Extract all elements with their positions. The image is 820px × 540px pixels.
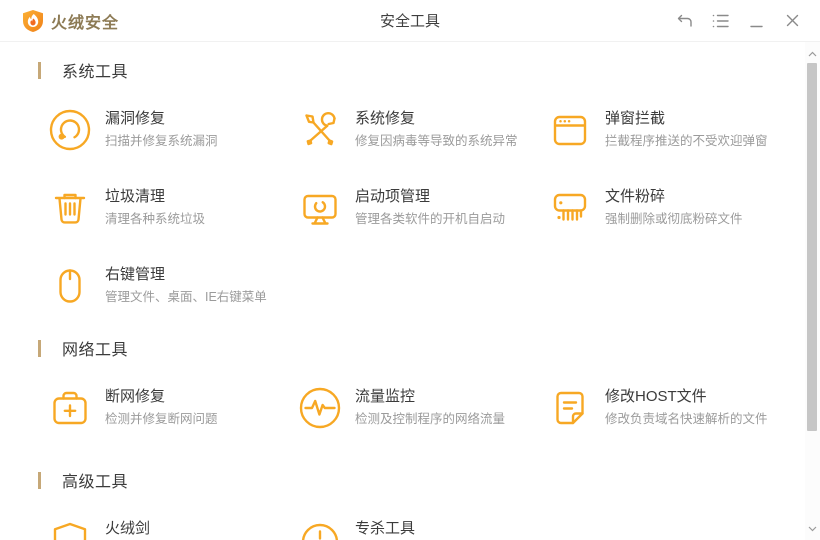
section-accent-bar: [38, 61, 41, 79]
tools-grid: 断网修复 检测并修复断网问题 流量监控 检测及控制程序的网络流量 修改HOST文件修…: [48, 386, 790, 430]
tool-text: 弹窗拦截拦截程序推送的不受欢迎弹窗: [605, 108, 768, 149]
tool-title: 弹窗拦截: [605, 110, 666, 127]
tool-title: 火绒剑: [105, 520, 151, 537]
section-title: 系统工具: [62, 64, 129, 81]
tool-title: 修改HOST文件: [605, 388, 707, 405]
section-header: 系统工具: [38, 60, 790, 81]
minimize-icon[interactable]: [742, 8, 770, 34]
app-window: 火绒安全 安全工具 系统工具 漏洞修复 扫描并修复系统漏洞 系统修复 修复因病毒…: [0, 0, 820, 540]
scroll-down-icon[interactable]: [805, 521, 820, 536]
tool-vulnerability-fix[interactable]: 漏洞修复扫描并修复系统漏洞: [48, 108, 298, 152]
tool-title: 漏洞修复: [105, 110, 166, 127]
scroll-up-icon[interactable]: [805, 46, 820, 61]
tool-text: 漏洞修复扫描并修复系统漏洞: [105, 108, 218, 149]
tools-grid: 火绒剑 专杀工具: [48, 518, 790, 540]
section-accent-bar: [38, 471, 41, 489]
tool-text: 修改HOST文件修改负责域名快速解析的文件: [605, 386, 768, 427]
section-title: 网络工具: [62, 342, 129, 359]
vulnerability-patch-icon: [48, 108, 92, 152]
section-header: 高级工具: [38, 470, 790, 491]
shield-icon: [48, 518, 92, 540]
tool-text: 垃圾清理清理各种系统垃圾: [105, 186, 205, 227]
tool-subtitle: 拦截程序推送的不受欢迎弹窗: [605, 134, 768, 148]
scrollbar-thumb[interactable]: [807, 63, 817, 431]
tool-title: 文件粉碎: [605, 188, 666, 205]
circle-icon: [298, 518, 342, 540]
crossed-tools-icon: [298, 108, 342, 152]
tool-text: 启动项管理管理各类软件的开机自启动: [355, 186, 505, 227]
tool-title: 启动项管理: [355, 188, 431, 205]
tool-network-fix[interactable]: 断网修复检测并修复断网问题: [48, 386, 298, 430]
tool-text: 专杀工具: [355, 518, 415, 538]
tool-text: 右键管理管理文件、桌面、IE右键菜单: [105, 264, 267, 305]
heartbeat-icon: [298, 386, 342, 430]
section-1: 系统工具 漏洞修复扫描并修复系统漏洞 系统修复修复因病毒等导致的系统异常 弹窗拦…: [38, 60, 790, 308]
tools-content: 系统工具 漏洞修复扫描并修复系统漏洞 系统修复修复因病毒等导致的系统异常 弹窗拦…: [0, 60, 820, 540]
tools-grid: 漏洞修复扫描并修复系统漏洞 系统修复修复因病毒等导致的系统异常 弹窗拦截拦截程序…: [48, 108, 790, 308]
tool-huorong-sword[interactable]: 火绒剑: [48, 518, 298, 540]
monitor-power-icon: [298, 186, 342, 230]
tool-text: 文件粉碎强制删除或彻底粉碎文件: [605, 186, 743, 227]
tool-subtitle: 检测并修复断网问题: [105, 412, 218, 426]
tool-text: 流量监控检测及控制程序的网络流量: [355, 386, 505, 427]
tool-traffic-monitor[interactable]: 流量监控检测及控制程序的网络流量: [298, 386, 548, 430]
titlebar-actions: [670, 8, 806, 34]
tool-startup-manager[interactable]: 启动项管理管理各类软件的开机自启动: [298, 186, 548, 230]
tool-subtitle: 修复因病毒等导致的系统异常: [355, 134, 518, 148]
tool-title: 垃圾清理: [105, 188, 166, 205]
tool-subtitle: 强制删除或彻底粉碎文件: [605, 212, 743, 226]
tool-title: 系统修复: [355, 110, 416, 127]
tool-context-menu-manager[interactable]: 右键管理管理文件、桌面、IE右键菜单: [48, 264, 298, 308]
section-header: 网络工具: [38, 338, 790, 359]
tool-file-shredder[interactable]: 文件粉碎强制删除或彻底粉碎文件: [548, 186, 798, 230]
popup-window-icon: [548, 108, 592, 152]
back-icon[interactable]: [670, 8, 698, 34]
titlebar: 火绒安全 安全工具: [0, 0, 820, 42]
section-2: 网络工具 断网修复检测并修复断网问题 流量监控检测及控制程序的网络流量 修改HO…: [38, 338, 790, 430]
document-icon: [548, 386, 592, 430]
tool-subtitle: 修改负责域名快速解析的文件: [605, 412, 768, 426]
tool-text: 火绒剑: [105, 518, 150, 538]
section-accent-bar: [38, 339, 41, 357]
tool-text: 断网修复检测并修复断网问题: [105, 386, 218, 427]
tool-subtitle: 清理各种系统垃圾: [105, 212, 206, 226]
tool-subtitle: 管理文件、桌面、IE右键菜单: [105, 290, 267, 304]
mouse-icon: [48, 264, 92, 308]
section-title: 高级工具: [62, 474, 129, 491]
tool-popup-block[interactable]: 弹窗拦截拦截程序推送的不受欢迎弹窗: [548, 108, 798, 152]
tool-subtitle: 扫描并修复系统漏洞: [105, 134, 218, 148]
tool-subtitle: 管理各类软件的开机自启动: [355, 212, 506, 226]
shredder-icon: [548, 186, 592, 230]
tool-junk-clean[interactable]: 垃圾清理清理各种系统垃圾: [48, 186, 298, 230]
tool-text: 系统修复修复因病毒等导致的系统异常: [355, 108, 518, 149]
trash-icon: [48, 186, 92, 230]
tool-title: 专杀工具: [355, 520, 416, 537]
tool-title: 流量监控: [355, 388, 416, 405]
menu-list-icon[interactable]: [706, 8, 734, 34]
tool-title: 断网修复: [105, 388, 166, 405]
first-aid-kit-icon: [48, 386, 92, 430]
tool-special-killers[interactable]: 专杀工具: [298, 518, 548, 540]
tool-system-repair[interactable]: 系统修复修复因病毒等导致的系统异常: [298, 108, 548, 152]
tool-host-file-edit[interactable]: 修改HOST文件修改负责域名快速解析的文件: [548, 386, 798, 430]
scrollbar[interactable]: [805, 42, 820, 540]
close-icon[interactable]: [778, 8, 806, 34]
section-3: 高级工具火绒剑 专杀工具: [38, 470, 790, 540]
tool-subtitle: 检测及控制程序的网络流量: [355, 412, 506, 426]
tool-title: 右键管理: [105, 266, 166, 283]
